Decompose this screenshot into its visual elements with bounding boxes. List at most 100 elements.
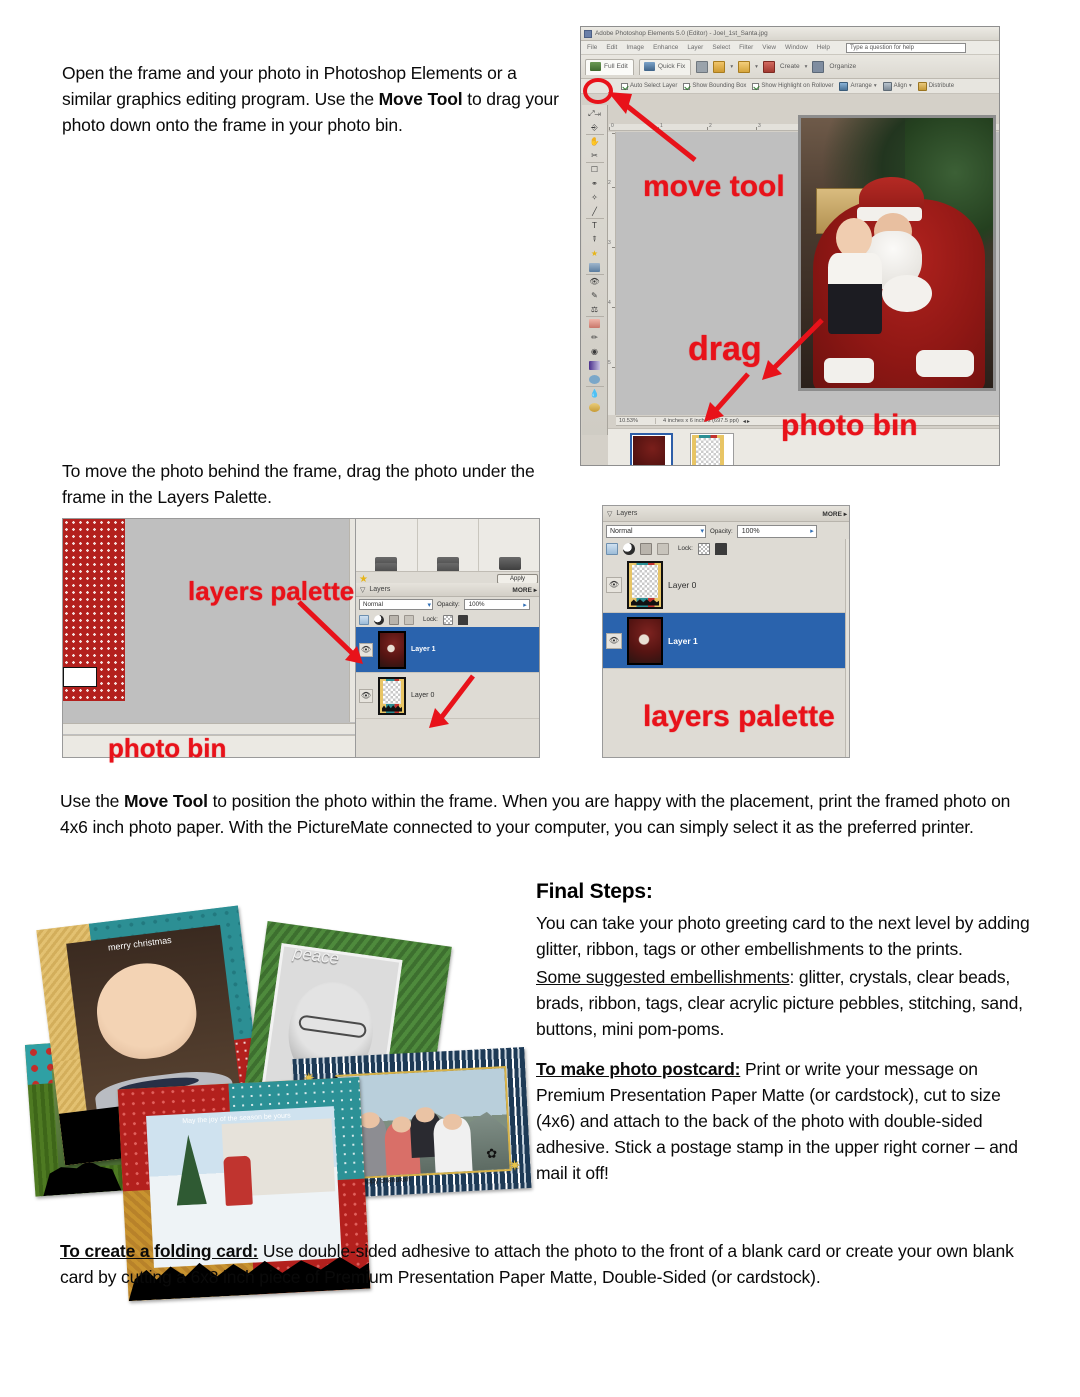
photo-bin-item-santa[interactable]: Joel_1st_Santa.jpg bbox=[630, 433, 673, 465]
blend-mode-select[interactable]: Normal ▾ bbox=[359, 599, 433, 610]
chevron-down-icon-3[interactable]: ▾ bbox=[805, 64, 808, 70]
lock-transparency-icon[interactable] bbox=[442, 614, 453, 625]
distribute-dropdown[interactable]: Distribute bbox=[917, 81, 954, 91]
app-icon bbox=[584, 29, 592, 38]
menu-item-view[interactable]: View bbox=[762, 44, 776, 51]
final-steps-heading: Final Steps: bbox=[536, 880, 653, 903]
shape-tool-icon[interactable] bbox=[584, 373, 606, 387]
menu-item-edit[interactable]: Edit bbox=[606, 44, 617, 51]
cookie-cutter-tool-icon[interactable]: ★ bbox=[584, 247, 606, 260]
postcard-label: To make photo postcard: bbox=[536, 1059, 741, 1079]
eye-visibility-icon-3[interactable]: 👁 bbox=[606, 576, 622, 593]
lp-right-more-button[interactable]: MORE ▸ bbox=[822, 510, 847, 518]
chevron-down-icon-2[interactable]: ▾ bbox=[755, 64, 758, 70]
opacity-input-2[interactable]: 100% ▸ bbox=[736, 524, 817, 538]
share-icon[interactable] bbox=[738, 60, 751, 73]
layer-row-layer1-right[interactable]: 👁 Layer 1 bbox=[603, 613, 849, 669]
lp-left-header: ▽ Layers MORE ▸ bbox=[356, 583, 539, 597]
lp-right-blend-row: Normal ▾ Opacity: 100% ▸ bbox=[603, 522, 849, 540]
zoom-level-value[interactable]: 10.53% bbox=[616, 418, 656, 424]
pse-menu-bar: File Edit Image Enhance Layer Select Fil… bbox=[581, 41, 999, 55]
layer-row-layer0-right[interactable]: 👁 Layer 0 bbox=[603, 557, 849, 613]
blur-tool-icon[interactable]: 💧 bbox=[584, 387, 606, 400]
add-layer-mask-icon-2[interactable] bbox=[606, 542, 618, 555]
embellishments-label: Some suggested embellishments bbox=[536, 967, 790, 987]
sponge-tool-icon[interactable] bbox=[584, 401, 606, 414]
blend-mode-select-2[interactable]: Normal ▾ bbox=[606, 524, 706, 538]
paint-bucket-tool-icon[interactable]: ◉ bbox=[584, 345, 606, 358]
menu-item-filter[interactable]: Filter bbox=[739, 44, 753, 51]
lp-right-tools-row: Lock: bbox=[603, 540, 849, 557]
delete-layer-icon[interactable] bbox=[389, 614, 399, 625]
opacity-value-2: 100% bbox=[741, 527, 760, 535]
type-tool-icon[interactable]: T bbox=[584, 219, 606, 232]
link-layers-icon[interactable] bbox=[404, 614, 414, 625]
tab-full-edit[interactable]: Full Edit bbox=[585, 58, 634, 75]
arrange-dropdown[interactable]: Arrange ▾ bbox=[839, 81, 877, 91]
tab-quick-fix[interactable]: Quick Fix bbox=[638, 58, 692, 75]
link-layers-icon-2[interactable] bbox=[657, 542, 669, 555]
opacity-value: 100% bbox=[468, 601, 485, 608]
lp-left-blend-row: Normal ▾ Opacity: 100% ▸ bbox=[356, 597, 539, 612]
straighten-tool-icon[interactable] bbox=[584, 261, 606, 275]
menu-item-window[interactable]: Window bbox=[785, 44, 808, 51]
healing-brush-tool-icon[interactable]: ✎ bbox=[584, 289, 606, 302]
layer-thumbnail-card-2 bbox=[627, 560, 663, 609]
folding-card-label: To create a folding card: bbox=[60, 1241, 259, 1261]
print-icon[interactable] bbox=[696, 60, 709, 73]
chanukah-card-caption: happy chanukah bbox=[359, 1175, 411, 1186]
create-button-label[interactable]: Create bbox=[780, 63, 800, 70]
lp-left-more-button[interactable]: MORE ▸ bbox=[512, 586, 537, 594]
clone-stamp-tool-icon[interactable]: ⚖ bbox=[584, 303, 606, 317]
opacity-input[interactable]: 100% ▸ bbox=[463, 599, 530, 610]
brush-tool-icon[interactable]: ✏ bbox=[584, 331, 606, 344]
menu-item-help[interactable]: Help bbox=[817, 44, 830, 51]
gradient-tool-icon[interactable] bbox=[584, 359, 606, 372]
menu-item-file[interactable]: File bbox=[587, 44, 597, 51]
drag-layer-arrow bbox=[429, 674, 475, 728]
eye-visibility-icon-2[interactable]: 👁 bbox=[359, 688, 373, 703]
photo-bin-item-snowmancard[interactable]: snowmancard2.png bbox=[690, 433, 734, 465]
arrange-label: Arrange bbox=[850, 83, 872, 89]
collapse-triangle-icon[interactable]: ▽ bbox=[360, 586, 365, 594]
tab-full-edit-label: Full Edit bbox=[604, 63, 628, 70]
eye-visibility-icon-4[interactable]: 👁 bbox=[606, 632, 622, 649]
annotation-layers-palette-right: layers palette bbox=[643, 700, 835, 733]
distribute-icon bbox=[917, 81, 927, 91]
collapse-triangle-icon-2[interactable]: ▽ bbox=[607, 510, 612, 518]
crop-tool-icon[interactable]: ⍒ bbox=[584, 233, 606, 246]
chevron-down-icon-blend: ▾ bbox=[427, 601, 431, 609]
lock-transparency-icon-2[interactable] bbox=[697, 542, 710, 555]
lock-all-icon[interactable] bbox=[457, 614, 468, 625]
menu-item-enhance[interactable]: Enhance bbox=[653, 44, 678, 51]
layer-row-layer1[interactable]: 👁 Layer 1 bbox=[356, 627, 539, 673]
s2-frame-opening bbox=[63, 667, 97, 687]
red-eye-removal-tool-icon[interactable]: 👁 bbox=[584, 275, 606, 288]
adjustment-layer-icon[interactable] bbox=[374, 614, 384, 625]
organize-button-label[interactable]: Organize bbox=[829, 63, 856, 70]
opacity-slider-arrow-icon-2: ▸ bbox=[810, 528, 814, 535]
eraser-tool-icon[interactable] bbox=[584, 317, 606, 330]
help-search-input[interactable]: Type a question for help bbox=[845, 42, 966, 53]
chevron-down-icon-4: ▾ bbox=[873, 83, 877, 89]
folding-card-paragraph: To create a folding card: Use double-sid… bbox=[60, 1238, 1035, 1290]
delete-layer-icon-2[interactable] bbox=[640, 542, 652, 555]
menu-item-layer[interactable]: Layer bbox=[687, 44, 703, 51]
lp-right-scrollbar[interactable] bbox=[845, 539, 849, 757]
postcard-paragraph: To make photo postcard: Print or write y… bbox=[536, 1056, 1036, 1186]
folder-icon[interactable] bbox=[713, 60, 726, 73]
adjustment-layer-icon-2[interactable] bbox=[623, 542, 635, 555]
final-steps-embellishments: Some suggested embellishments: glitter, … bbox=[536, 964, 1036, 1042]
chevron-down-icon[interactable]: ▾ bbox=[730, 64, 733, 70]
menu-item-image[interactable]: Image bbox=[626, 44, 644, 51]
greeting-card-collage: hoping santa brings you lots of treats m… bbox=[24, 905, 532, 1302]
checkbox-show-highlight-on-rollover[interactable]: Show Highlight on Rollover bbox=[752, 82, 833, 90]
lock-all-icon-2[interactable] bbox=[714, 542, 727, 555]
photo-bin-arrow bbox=[704, 372, 750, 422]
align-dropdown[interactable]: Align ▾ bbox=[882, 81, 912, 91]
selection-brush-tool-icon[interactable]: ╱ bbox=[584, 205, 606, 219]
lp-right-title: Layers bbox=[616, 510, 638, 517]
menu-item-select[interactable]: Select bbox=[712, 44, 730, 51]
pse-title-bar: Adobe Photoshop Elements 5.0 (Editor) - … bbox=[581, 27, 999, 41]
annotation-photo-bin: photo bin bbox=[781, 409, 918, 442]
